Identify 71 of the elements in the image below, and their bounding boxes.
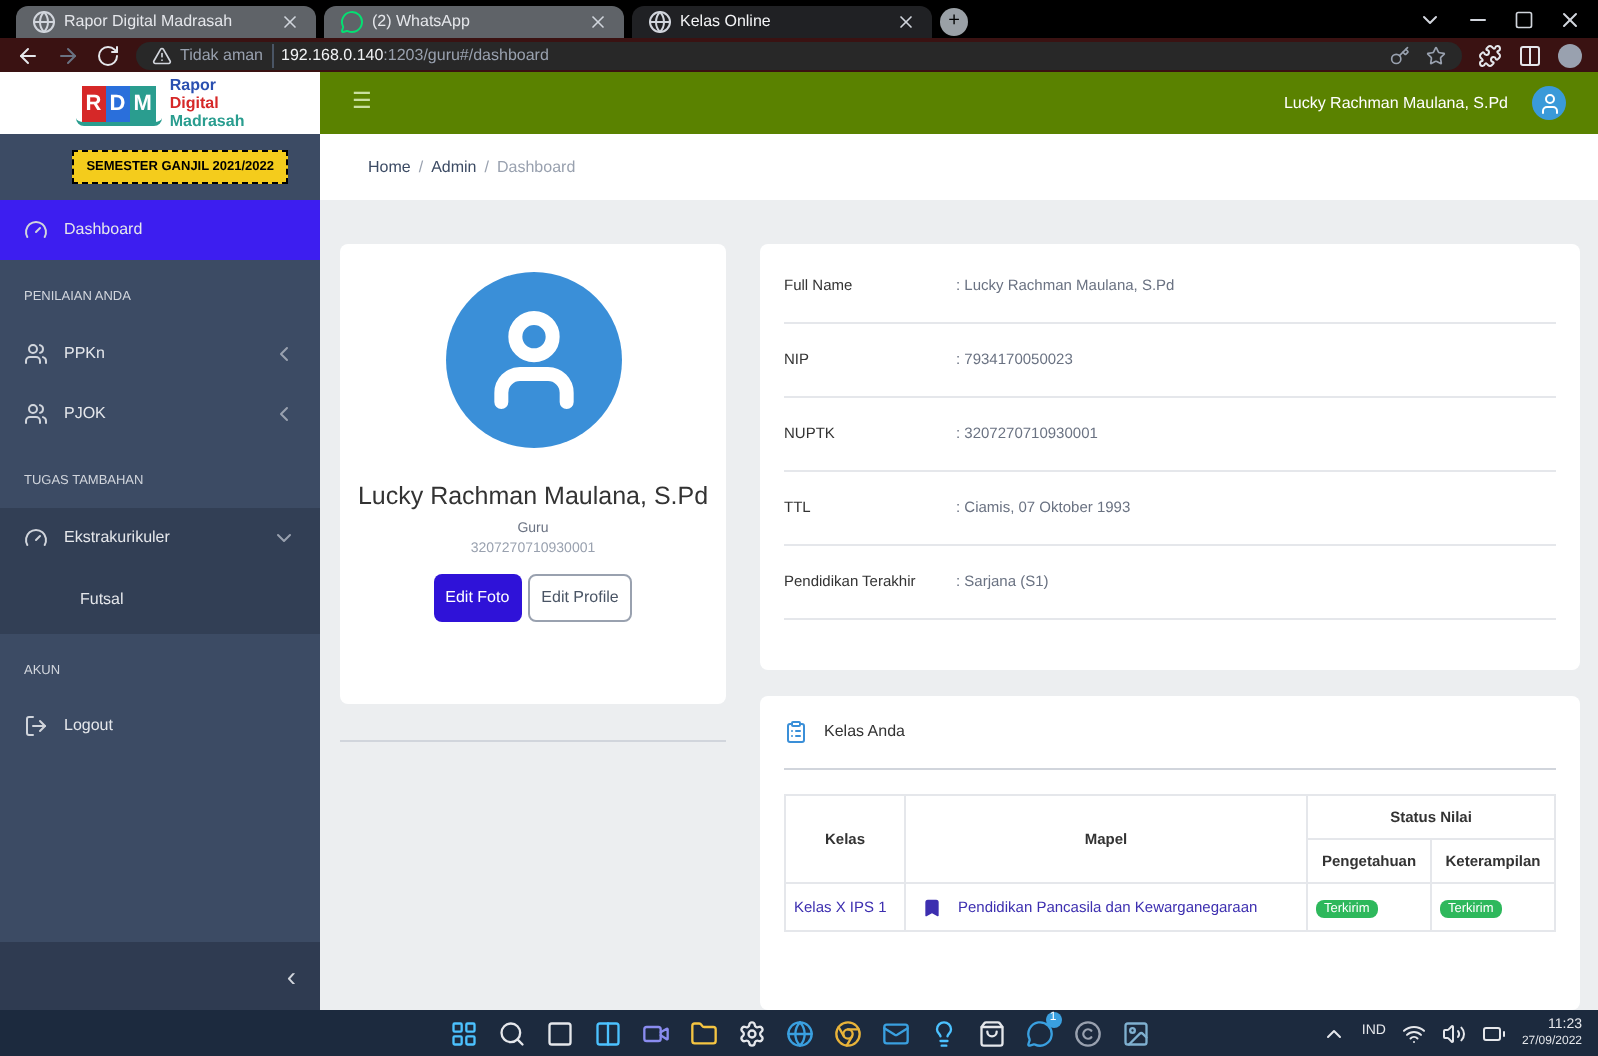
tab-title: (2) WhatsApp (372, 10, 470, 34)
image-icon[interactable] (1121, 1019, 1149, 1047)
avatar-icon[interactable] (1532, 86, 1566, 120)
wifi-icon[interactable] (1401, 1021, 1426, 1045)
logo-letter: D (105, 85, 130, 121)
back-icon[interactable] (16, 43, 40, 67)
profile-name: Lucky Rachman Maulana, S.Pd (357, 480, 709, 514)
extensions-icon[interactable] (1478, 43, 1502, 67)
url-text: 192.168.0.140:1203/guru#/dashboard (271, 43, 549, 67)
globe-icon (32, 10, 56, 34)
edit-profile-button[interactable]: Edit Profile (527, 573, 633, 622)
new-tab-button[interactable]: + (940, 8, 968, 36)
sidebar-subitem[interactable]: Futsal (0, 567, 320, 633)
breadcrumb-link[interactable]: Admin (431, 155, 477, 179)
side-panel-icon[interactable] (1518, 43, 1542, 67)
sidebar-item[interactable]: Ekstrakurikuler (0, 507, 320, 567)
sidebar-item[interactable]: Dashboard (0, 200, 320, 260)
widgets-icon[interactable] (593, 1019, 621, 1047)
breadcrumb-current: Dashboard (497, 155, 576, 179)
browser-icon[interactable] (785, 1019, 813, 1047)
close-icon[interactable] (1558, 8, 1582, 32)
gauge-icon (24, 218, 48, 242)
browser-tab[interactable]: (2) WhatsApp (324, 6, 624, 38)
browser-tab[interactable]: Rapor Digital Madrasah (16, 6, 316, 38)
folder-icon[interactable] (689, 1019, 717, 1047)
users-icon (24, 401, 48, 426)
mail-icon[interactable] (881, 1019, 909, 1047)
breadcrumb-link[interactable]: Home (368, 155, 411, 179)
logo-letter: R (81, 85, 106, 121)
chat-icon (340, 10, 364, 34)
book-icon (922, 897, 942, 917)
profile-avatar[interactable] (1558, 43, 1582, 67)
settings-icon[interactable] (737, 1019, 765, 1047)
logo-letter: M (129, 85, 156, 121)
reload-icon[interactable] (96, 43, 120, 67)
clipboard-icon (784, 720, 808, 744)
maximize-icon[interactable] (1514, 10, 1534, 30)
store-icon[interactable] (977, 1019, 1005, 1047)
tab-title: Kelas Online (680, 10, 771, 34)
security-label: Tidak aman (180, 43, 263, 67)
collapse-button[interactable]: ‹ (286, 962, 296, 990)
close-icon[interactable] (896, 12, 916, 32)
user-name: Lucky Rachman Maulana, S.Pd (1283, 91, 1508, 115)
start-icon[interactable] (449, 1019, 477, 1047)
forward-icon[interactable] (56, 43, 80, 67)
tab-title: Rapor Digital Madrasah (64, 10, 233, 34)
chat-icon[interactable] (1025, 1019, 1053, 1047)
sidebar-item[interactable]: PJOK (0, 383, 320, 444)
breadcrumb-separator: / (484, 155, 489, 179)
sidebar-item[interactable]: PPKn (0, 323, 320, 384)
users-icon (24, 341, 48, 366)
breadcrumb-separator: / (418, 155, 424, 179)
logout-icon (24, 714, 48, 739)
logo-text: Madrasah (169, 112, 245, 130)
logo-text: Rapor (169, 76, 218, 94)
edit-photo-button[interactable]: Edit Foto (433, 573, 522, 622)
globe-icon (648, 10, 672, 34)
sidebar-item[interactable]: Logout (0, 696, 320, 757)
key-icon[interactable] (1390, 45, 1410, 65)
battery-icon[interactable] (1481, 1021, 1506, 1045)
search-icon[interactable] (497, 1019, 525, 1047)
warning-icon (152, 45, 172, 65)
copyright-icon[interactable] (1073, 1019, 1101, 1047)
gauge-icon (24, 525, 48, 549)
star-icon[interactable] (1426, 45, 1446, 65)
volume-icon[interactable] (1441, 1021, 1466, 1045)
logo-text: Digital (169, 94, 221, 112)
task-view-icon[interactable] (545, 1019, 573, 1047)
address-field[interactable]: Tidak aman 192.168.0.140:1203/guru#/dashboard (136, 41, 1462, 69)
card-title: Kelas Anda (824, 720, 905, 744)
browser-tab[interactable]: Kelas Online (632, 6, 932, 38)
